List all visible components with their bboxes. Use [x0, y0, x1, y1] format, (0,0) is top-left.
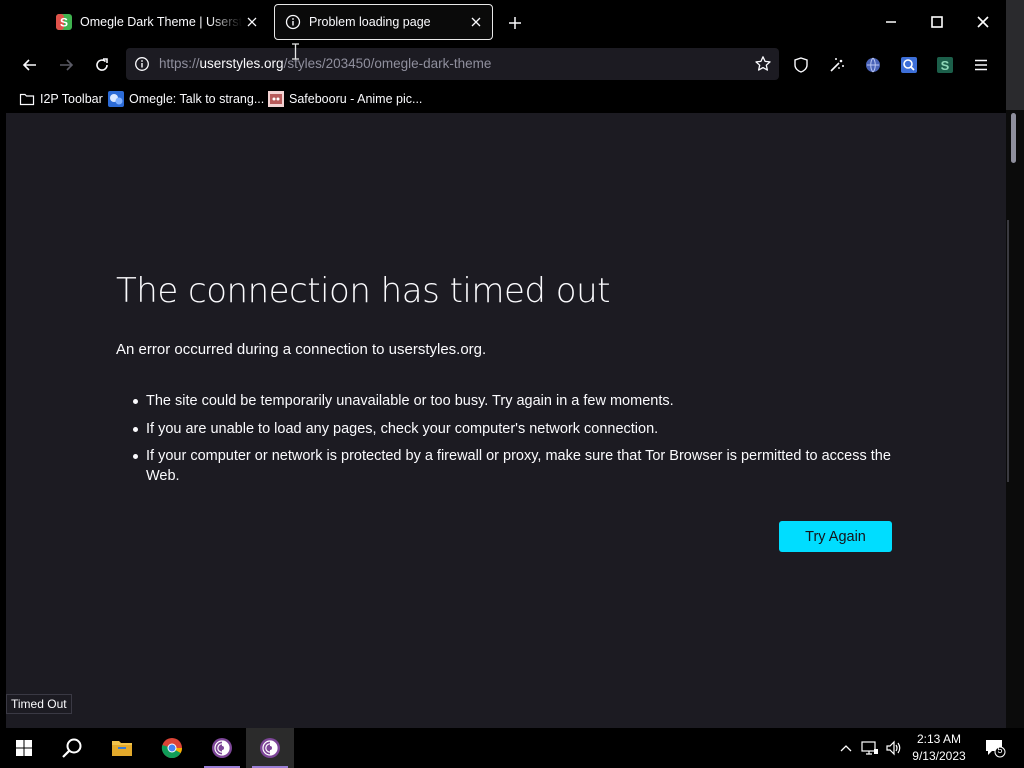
folder-icon	[19, 93, 35, 106]
tab-bar: S Omegle Dark Theme | Userstyles.org Pro…	[0, 0, 1006, 44]
suggestion-item: If your computer or network is protected…	[116, 446, 906, 486]
start-icon[interactable]	[0, 728, 48, 768]
text-cursor-icon	[292, 43, 299, 60]
error-description: An error occurred during a connection to…	[116, 341, 487, 358]
close-tab-icon[interactable]	[466, 12, 486, 32]
forward-arrow-icon[interactable]	[53, 52, 79, 78]
try-again-button[interactable]: Try Again	[779, 521, 892, 552]
maximize-icon[interactable]	[922, 8, 952, 36]
svg-text:S: S	[941, 58, 950, 73]
bookmark-safebooru[interactable]: Safebooru - Anime pic...	[268, 90, 422, 108]
hamburger-menu-icon[interactable]	[968, 52, 994, 78]
extension-search-icon[interactable]	[896, 52, 922, 78]
userstyles-icon: S	[56, 14, 72, 30]
stylus-extension-icon[interactable]: S	[932, 52, 958, 78]
network-icon[interactable]	[860, 738, 880, 758]
url-path: /styles/203450/omegle-dark-theme	[283, 56, 492, 71]
new-tab-icon[interactable]	[504, 12, 526, 34]
clock-time: 2:13 AM	[916, 732, 962, 746]
error-page: The connection has timed out An error oc…	[6, 113, 1006, 728]
safebooru-icon	[268, 91, 284, 107]
reload-icon[interactable]	[89, 52, 115, 78]
close-window-icon[interactable]	[968, 8, 998, 36]
taskbar-clock[interactable]: 2:13 AM 9/13/2023	[906, 731, 972, 765]
bookmark-i2p-toolbar[interactable]: I2P Toolbar	[19, 90, 103, 108]
site-info-icon[interactable]	[134, 56, 150, 72]
volume-icon[interactable]	[884, 738, 904, 758]
shield-icon[interactable]	[788, 52, 814, 78]
scrollbar-thumb[interactable]	[1011, 113, 1016, 163]
url-scheme: https://	[159, 56, 200, 71]
svg-text:S: S	[60, 16, 68, 30]
bookmark-label: I2P Toolbar	[40, 92, 103, 106]
status-tooltip: Timed Out	[6, 694, 72, 714]
clock-date: 9/13/2023	[912, 749, 966, 763]
page-scrollbar[interactable]	[1007, 113, 1022, 483]
bookmarks-toolbar: I2P Toolbar Omegle: Talk to strang... Sa…	[0, 86, 1006, 112]
bookmark-label: Omegle: Talk to strang...	[129, 92, 265, 106]
search-icon[interactable]	[48, 728, 96, 768]
address-bar[interactable]: https://userstyles.org/styles/203450/ome…	[126, 48, 779, 80]
extension-globe-icon[interactable]	[860, 52, 886, 78]
notification-count: 5	[997, 745, 1003, 755]
minimize-icon[interactable]	[876, 8, 906, 36]
omegle-icon	[108, 91, 124, 107]
chevron-up-icon[interactable]	[836, 738, 856, 758]
back-arrow-icon[interactable]	[17, 52, 43, 78]
scrollbar-track	[1007, 220, 1009, 482]
windows-taskbar: 2:13 AM 9/13/2023 5	[0, 728, 1024, 768]
notification-center-icon[interactable]: 5	[982, 738, 1008, 758]
url-text[interactable]: https://userstyles.org/styles/203450/ome…	[159, 56, 491, 71]
onion-circuit-icon[interactable]	[824, 52, 850, 78]
tab-title: Omegle Dark Theme | Userstyles.org	[80, 15, 242, 29]
bookmark-omegle[interactable]: Omegle: Talk to strang...	[108, 90, 264, 108]
tab-problem-loading-page[interactable]: Problem loading page	[274, 4, 493, 40]
error-title: The connection has timed out	[116, 271, 610, 311]
close-tab-icon[interactable]	[242, 12, 262, 32]
chrome-icon[interactable]	[148, 728, 196, 768]
browser-window: S Omegle Dark Theme | Userstyles.org Pro…	[0, 0, 1016, 728]
suggestion-item: The site could be temporarily unavailabl…	[116, 391, 906, 411]
error-suggestions: The site could be temporarily unavailabl…	[116, 391, 906, 494]
file-explorer-icon[interactable]	[98, 728, 146, 768]
info-icon	[285, 14, 301, 30]
url-host: userstyles.org	[199, 56, 284, 71]
bookmark-label: Safebooru - Anime pic...	[289, 92, 423, 106]
tab-omegle-dark-theme[interactable]: S Omegle Dark Theme | Userstyles.org	[46, 4, 268, 40]
tor-browser-icon[interactable]	[198, 728, 246, 768]
tab-title: Problem loading page	[309, 15, 431, 29]
bookmark-star-icon[interactable]	[754, 55, 772, 73]
suggestion-item: If you are unable to load any pages, che…	[116, 419, 906, 439]
tor-browser-icon[interactable]	[246, 728, 294, 768]
